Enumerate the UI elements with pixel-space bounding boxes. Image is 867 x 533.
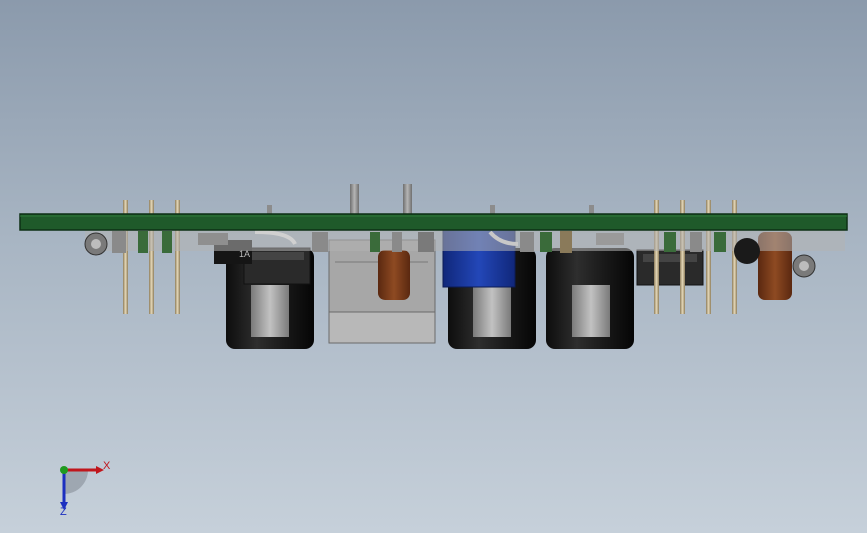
smd-component-strip[interactable] <box>85 229 845 253</box>
mounting-nut-left[interactable] <box>84 232 108 256</box>
coordinate-triad: X Z <box>60 460 111 518</box>
terminal-posts[interactable] <box>267 184 594 216</box>
cad-viewport[interactable]: 1A X Z <box>0 0 867 533</box>
black-knob[interactable] <box>734 238 760 264</box>
brown-component-center[interactable] <box>378 250 410 300</box>
z-axis-label: Z <box>60 506 67 518</box>
regulator-right[interactable] <box>636 249 704 286</box>
x-axis-label: X <box>103 460 111 472</box>
y-axis-point <box>60 466 68 474</box>
triad-plane <box>64 470 88 494</box>
model-scene[interactable]: 1A X Z <box>0 0 867 533</box>
mounting-nut-right[interactable] <box>792 254 816 278</box>
pcb-board[interactable] <box>19 213 848 231</box>
capacitor-right[interactable] <box>546 248 634 349</box>
regulator-left[interactable] <box>243 247 311 285</box>
